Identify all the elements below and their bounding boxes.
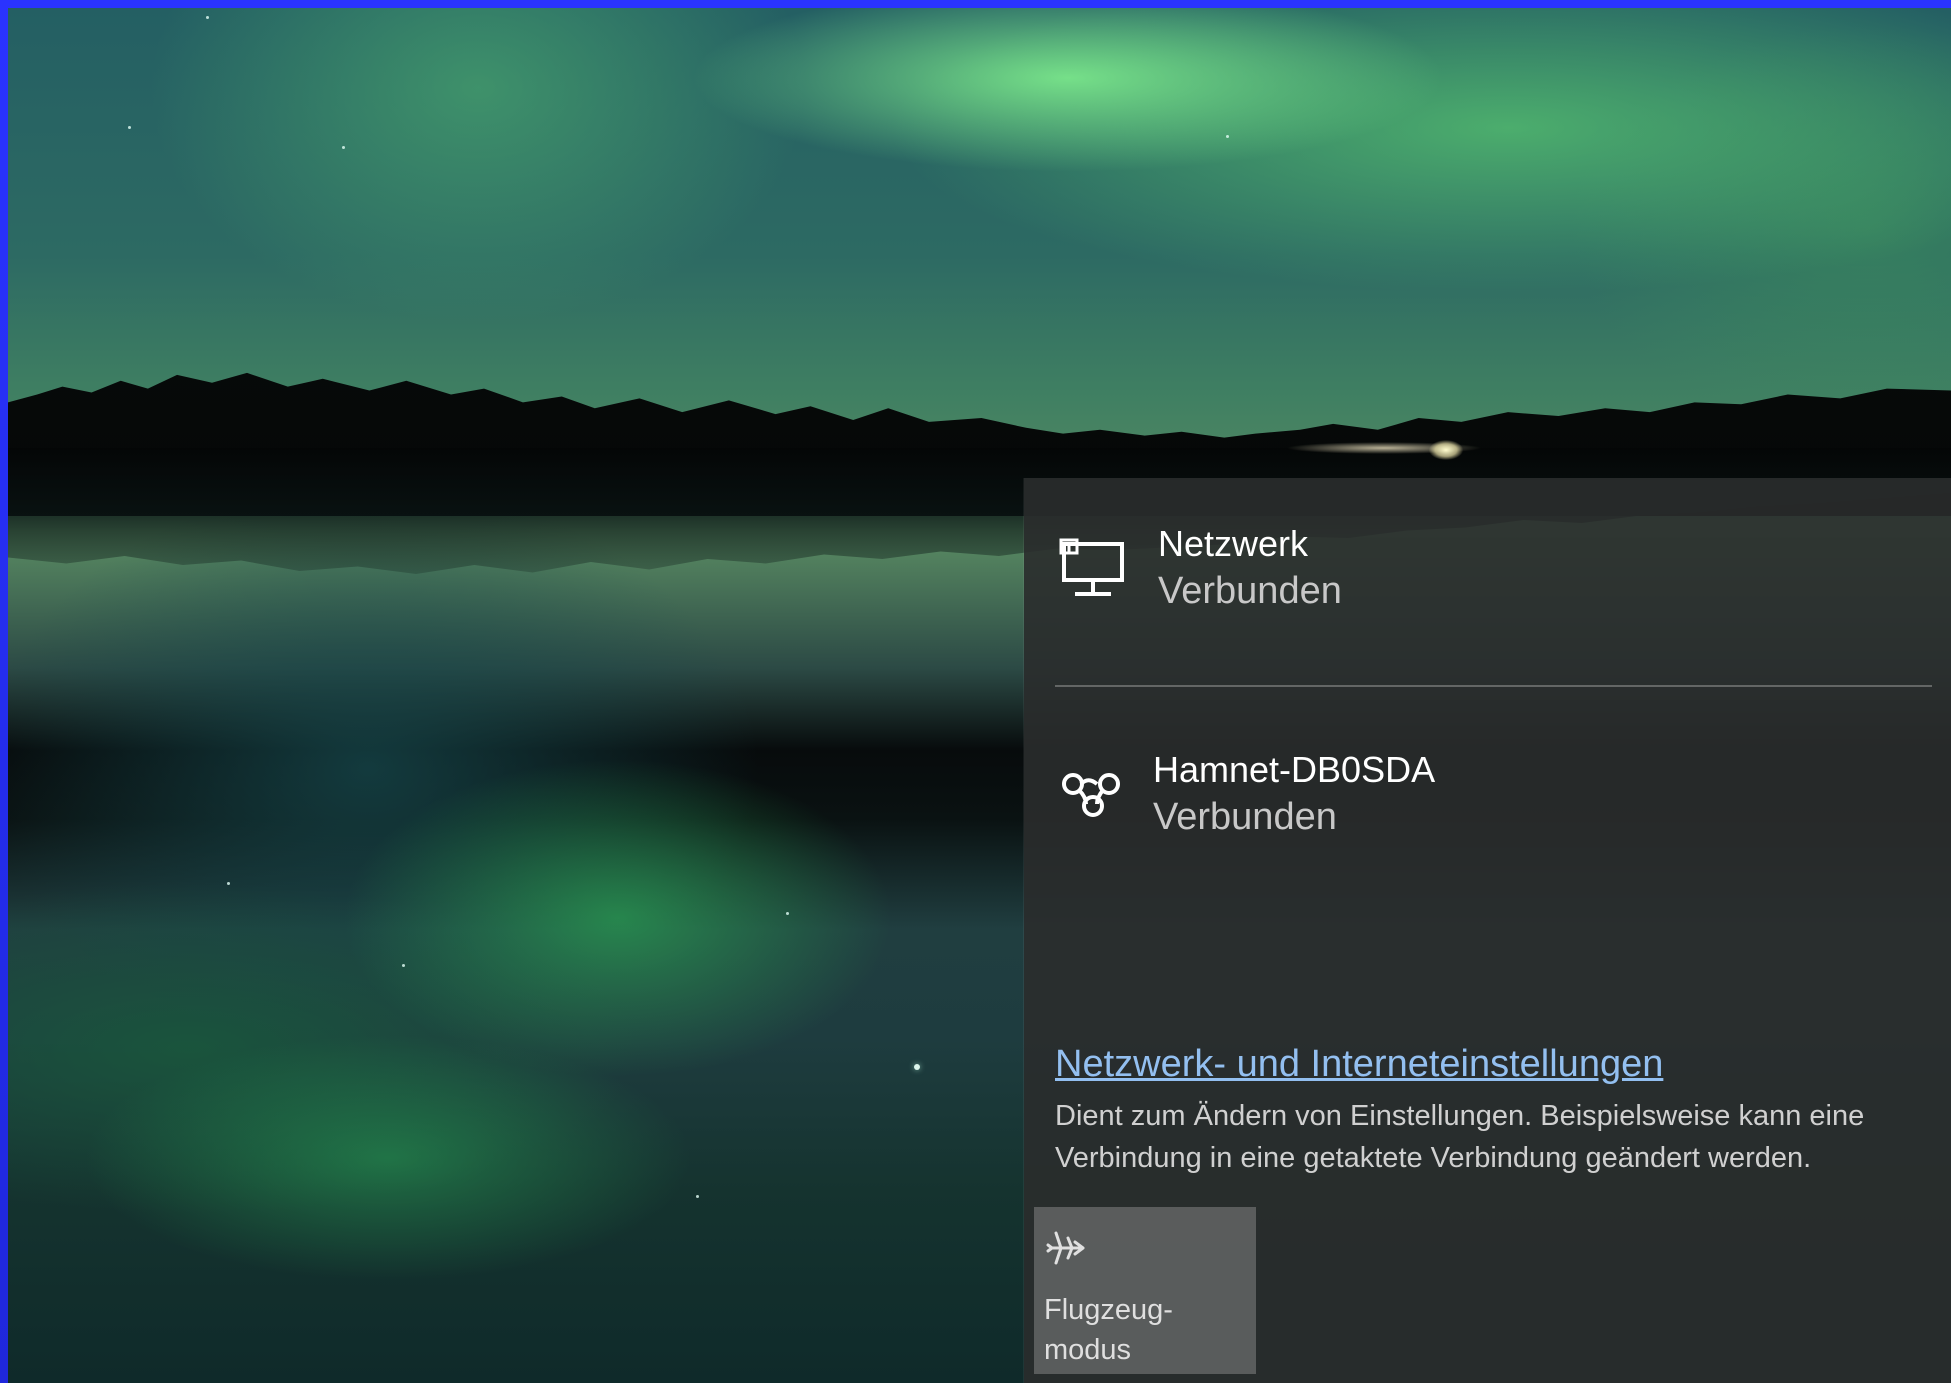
star	[342, 146, 345, 149]
star	[786, 912, 789, 915]
airplane-mode-tile[interactable]: Flugzeug- modus	[1034, 1207, 1256, 1374]
network-flyout: Netzwerk Verbunden Hamnet-DB0SDA Verbund…	[1024, 478, 1951, 1383]
star	[227, 882, 230, 885]
section-divider	[1055, 685, 1932, 687]
airplane-mode-label: Flugzeug- modus	[1044, 1294, 1173, 1366]
vpn-connection-text: Hamnet-DB0SDA Verbunden	[1153, 748, 1435, 842]
ethernet-computer-icon	[1059, 538, 1124, 596]
airplane-icon	[1046, 1231, 1085, 1265]
connection-name: Netzwerk	[1158, 523, 1309, 564]
shore-light	[1234, 426, 1494, 470]
network-connection-text: Netzwerk Verbunden	[1158, 522, 1342, 616]
screen: Netzwerk Verbunden Hamnet-DB0SDA Verbund…	[0, 0, 1951, 1383]
connection-name: Hamnet-DB0SDA	[1153, 749, 1436, 790]
connection-status: Verbunden	[1153, 796, 1337, 838]
star	[914, 1064, 920, 1070]
connection-status: Verbunden	[1158, 570, 1342, 612]
star	[206, 16, 209, 19]
vpn-connection-item[interactable]: Hamnet-DB0SDA Verbunden	[1055, 748, 1875, 843]
star	[1226, 135, 1229, 138]
vpn-link-icon	[1062, 773, 1120, 817]
star	[128, 126, 131, 129]
network-connection-item[interactable]: Netzwerk Verbunden	[1055, 522, 1875, 622]
settings-description: Dient zum Ändern von Einstellungen. Beis…	[1055, 1100, 1865, 1174]
network-internet-settings-link[interactable]: Netzwerk- und Interneteinstellungen	[1055, 1040, 1663, 1088]
star	[402, 964, 405, 967]
star	[696, 1195, 699, 1198]
